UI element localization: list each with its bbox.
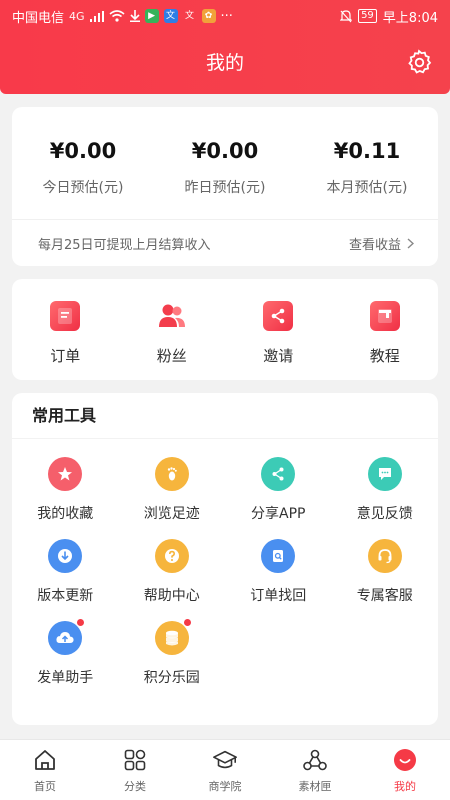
home-icon (32, 747, 58, 773)
quick-action-label: 订单 (50, 347, 81, 365)
earning-today[interactable]: ¥0.00 今日预估(元) (12, 107, 154, 219)
earning-label: 昨日预估(元) (184, 180, 266, 196)
tab-label: 商学院 (208, 780, 242, 793)
earning-label: 本月预估(元) (326, 180, 408, 196)
view-earnings-link[interactable]: 查看收益 (349, 234, 414, 253)
tab-academy[interactable]: 商学院 (180, 740, 270, 800)
star-icon (48, 457, 83, 491)
wifi-icon (109, 10, 125, 22)
tool-history[interactable]: 浏览足迹 (119, 457, 226, 523)
share-icon (261, 457, 296, 491)
tutorial-icon (369, 301, 400, 331)
tools-title: 常用工具 (12, 393, 438, 439)
earnings-card: ¥0.00 今日预估(元) ¥0.00 昨日预估(元) ¥0.11 本月预估(元… (12, 107, 438, 266)
tool-label: 积分乐园 (143, 670, 200, 686)
tool-favorites[interactable]: 我的收藏 (12, 457, 119, 523)
order-icon (50, 301, 81, 331)
earning-yesterday[interactable]: ¥0.00 昨日预估(元) (154, 107, 296, 219)
tool-update[interactable]: 版本更新 (12, 539, 119, 605)
tool-share-app[interactable]: 分享APP (225, 457, 332, 523)
chat-icon (367, 457, 402, 491)
signal-icon (89, 10, 104, 22)
tool-label: 意见反馈 (356, 506, 413, 522)
search-doc-icon (261, 539, 296, 573)
earnings-footer: 每月25日可提现上月结算收入 查看收益 (12, 219, 438, 266)
notification-dot (76, 618, 86, 627)
earning-label: 今日预估(元) (42, 180, 124, 196)
tab-label: 分类 (124, 780, 146, 793)
quick-action-label: 粉丝 (156, 347, 187, 365)
header: 中国电信 4G ▶ 文 文 ✿ ··· 59 早上8:04 我的 (0, 0, 450, 94)
graduation-cap-icon (212, 747, 238, 773)
download-arrow-icon (129, 10, 140, 22)
quick-actions-card: 订单 粉丝 邀请 教程 (12, 279, 438, 380)
network-label: 4G (69, 9, 85, 23)
quick-action-label: 教程 (369, 347, 400, 365)
app-badge-icon: ✿ (201, 9, 216, 23)
tool-help[interactable]: 帮助中心 (119, 539, 226, 605)
gear-icon[interactable] (406, 49, 432, 75)
earning-value: ¥0.00 (49, 139, 117, 163)
tools-card: 常用工具 我的收藏 浏览足迹 分享APP 意见反馈 版本更新 帮助中心 订单找回… (12, 393, 438, 725)
tool-label: 版本更新 (37, 588, 94, 604)
quick-action-invite[interactable]: 邀请 (225, 279, 332, 380)
chevron-right-icon (407, 237, 414, 249)
tool-customer-service[interactable]: 专属客服 (332, 539, 439, 605)
app-badge-icon: 文 (185, 11, 195, 21)
bottom-tab-bar: 首页 分类 商学院 素材匣 我的 (0, 739, 450, 800)
view-earnings-label: 查看收益 (348, 237, 401, 253)
tool-label: 帮助中心 (143, 588, 200, 604)
tab-materials[interactable]: 素材匣 (270, 740, 360, 800)
page-title: 我的 (205, 52, 244, 74)
grid-icon (122, 747, 148, 773)
tab-home[interactable]: 首页 (0, 740, 90, 800)
earning-value: ¥0.11 (333, 139, 401, 163)
fans-icon (157, 301, 187, 331)
material-icon (302, 747, 328, 773)
battery-level: 59 (358, 9, 377, 23)
tool-label: 订单找回 (250, 588, 307, 604)
tool-order-recovery[interactable]: 订单找回 (225, 539, 332, 605)
footprint-icon (154, 457, 189, 491)
quick-action-tutorial[interactable]: 教程 (332, 279, 439, 380)
tab-category[interactable]: 分类 (90, 740, 180, 800)
tool-post-assistant[interactable]: 发单助手 (12, 618, 119, 687)
tab-label: 素材匣 (298, 780, 332, 793)
notification-dot (182, 618, 192, 627)
app-badge-icon: 文 (163, 9, 178, 23)
tool-label: 发单助手 (37, 670, 94, 686)
tab-label: 首页 (34, 780, 56, 793)
tab-mine[interactable]: 我的 (360, 740, 450, 800)
tab-label: 我的 (394, 780, 416, 793)
carrier-label: 中国电信 (12, 10, 65, 26)
cloud-upload-icon (48, 618, 86, 655)
tool-label: 我的收藏 (37, 506, 94, 522)
earning-value: ¥0.00 (191, 139, 259, 163)
quick-action-orders[interactable]: 订单 (12, 279, 119, 380)
more-notifications-icon: ··· (220, 8, 233, 24)
headset-icon (367, 539, 402, 573)
withdraw-notice: 每月25日可提现上月结算收入 (38, 237, 211, 253)
app-badge-icon: ▶ (144, 9, 159, 23)
share-icon (263, 301, 294, 331)
tool-feedback[interactable]: 意见反馈 (332, 457, 439, 523)
quick-action-label: 邀请 (263, 347, 294, 365)
coins-icon (154, 618, 192, 655)
tool-label: 专属客服 (356, 588, 413, 604)
mute-bell-icon (340, 9, 353, 22)
quick-action-fans[interactable]: 粉丝 (119, 279, 226, 380)
clock: 早上8:04 (382, 10, 438, 26)
status-bar: 中国电信 4G ▶ 文 文 ✿ ··· 59 早上8:04 (0, 0, 450, 32)
question-icon (154, 539, 189, 573)
profile-icon (392, 747, 418, 773)
tool-label: 分享APP (251, 506, 306, 522)
tool-label: 浏览足迹 (143, 506, 200, 522)
tool-points-park[interactable]: 积分乐园 (119, 618, 226, 687)
download-icon (48, 539, 83, 573)
earning-month[interactable]: ¥0.11 本月预估(元) (296, 107, 438, 219)
